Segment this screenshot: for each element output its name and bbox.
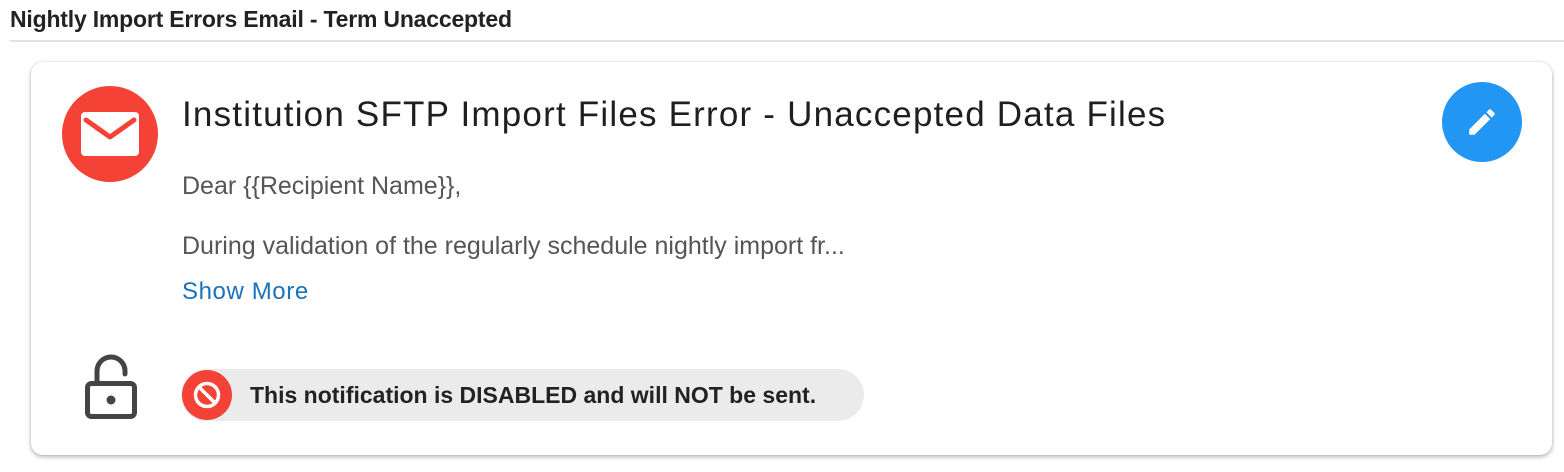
notification-card: Institution SFTP Import Files Error - Un…: [31, 62, 1552, 455]
status-text: This notification is DISABLED and will N…: [250, 381, 817, 408]
block-icon: [182, 370, 232, 420]
mail-icon: [62, 86, 158, 182]
status-badge: This notification is DISABLED and will N…: [181, 369, 864, 421]
pencil-icon: [1469, 109, 1495, 135]
section-title: Nightly Import Errors Email - Term Unacc…: [10, 6, 512, 32]
show-more-link[interactable]: Show More: [182, 278, 309, 306]
edit-button[interactable]: [1442, 82, 1522, 162]
lock-open-icon[interactable]: [84, 354, 138, 420]
email-excerpt: During validation of the regularly sched…: [182, 232, 845, 260]
section-divider: [10, 40, 1564, 42]
notification-title: Institution SFTP Import Files Error - Un…: [182, 95, 1167, 134]
email-greeting: Dear {{Recipient Name}},: [182, 172, 462, 200]
